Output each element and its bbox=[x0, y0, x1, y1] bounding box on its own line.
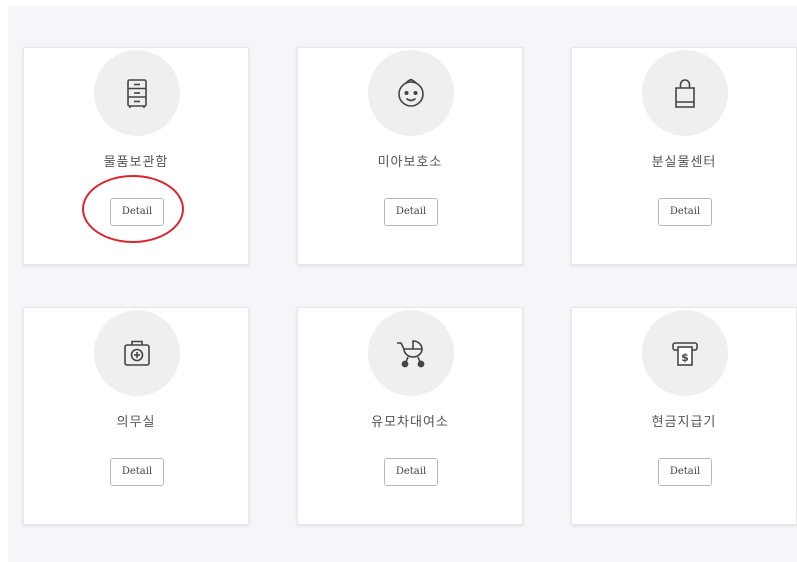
first-aid-kit-icon bbox=[94, 310, 180, 396]
detail-button-lost-and-found[interactable]: Detail bbox=[658, 198, 712, 226]
detail-button-locker[interactable]: Detail bbox=[110, 198, 164, 226]
service-card-lost-and-found: 분실물센터 Detail bbox=[571, 47, 797, 265]
svg-text:$: $ bbox=[681, 351, 689, 364]
detail-button-first-aid[interactable]: Detail bbox=[110, 458, 164, 486]
service-label: 물품보관함 bbox=[103, 155, 169, 170]
service-label: 분실물센터 bbox=[651, 155, 717, 170]
service-label: 현금지급기 bbox=[651, 415, 717, 430]
service-card-stroller-rental: 유모차대여소 Detail bbox=[297, 307, 523, 525]
service-label: 유모차대여소 bbox=[371, 415, 449, 430]
detail-button-atm[interactable]: Detail bbox=[658, 458, 712, 486]
baby-face-icon bbox=[368, 50, 454, 136]
stroller-icon bbox=[368, 310, 454, 396]
detail-button-stroller-rental[interactable]: Detail bbox=[384, 458, 438, 486]
service-card-locker: 물품보관함 Detail bbox=[23, 47, 249, 265]
service-card-lost-child: 미아보호소 Detail bbox=[297, 47, 523, 265]
shopping-bag-icon bbox=[642, 50, 728, 136]
service-label: 의무실 bbox=[116, 415, 156, 430]
locker-icon bbox=[94, 50, 180, 136]
atm-icon: $ bbox=[642, 310, 728, 396]
service-card-atm: $ 현금지급기 Detail bbox=[571, 307, 797, 525]
service-label: 미아보호소 bbox=[377, 155, 443, 170]
detail-button-lost-child[interactable]: Detail bbox=[384, 198, 438, 226]
service-card-first-aid: 의무실 Detail bbox=[23, 307, 249, 525]
